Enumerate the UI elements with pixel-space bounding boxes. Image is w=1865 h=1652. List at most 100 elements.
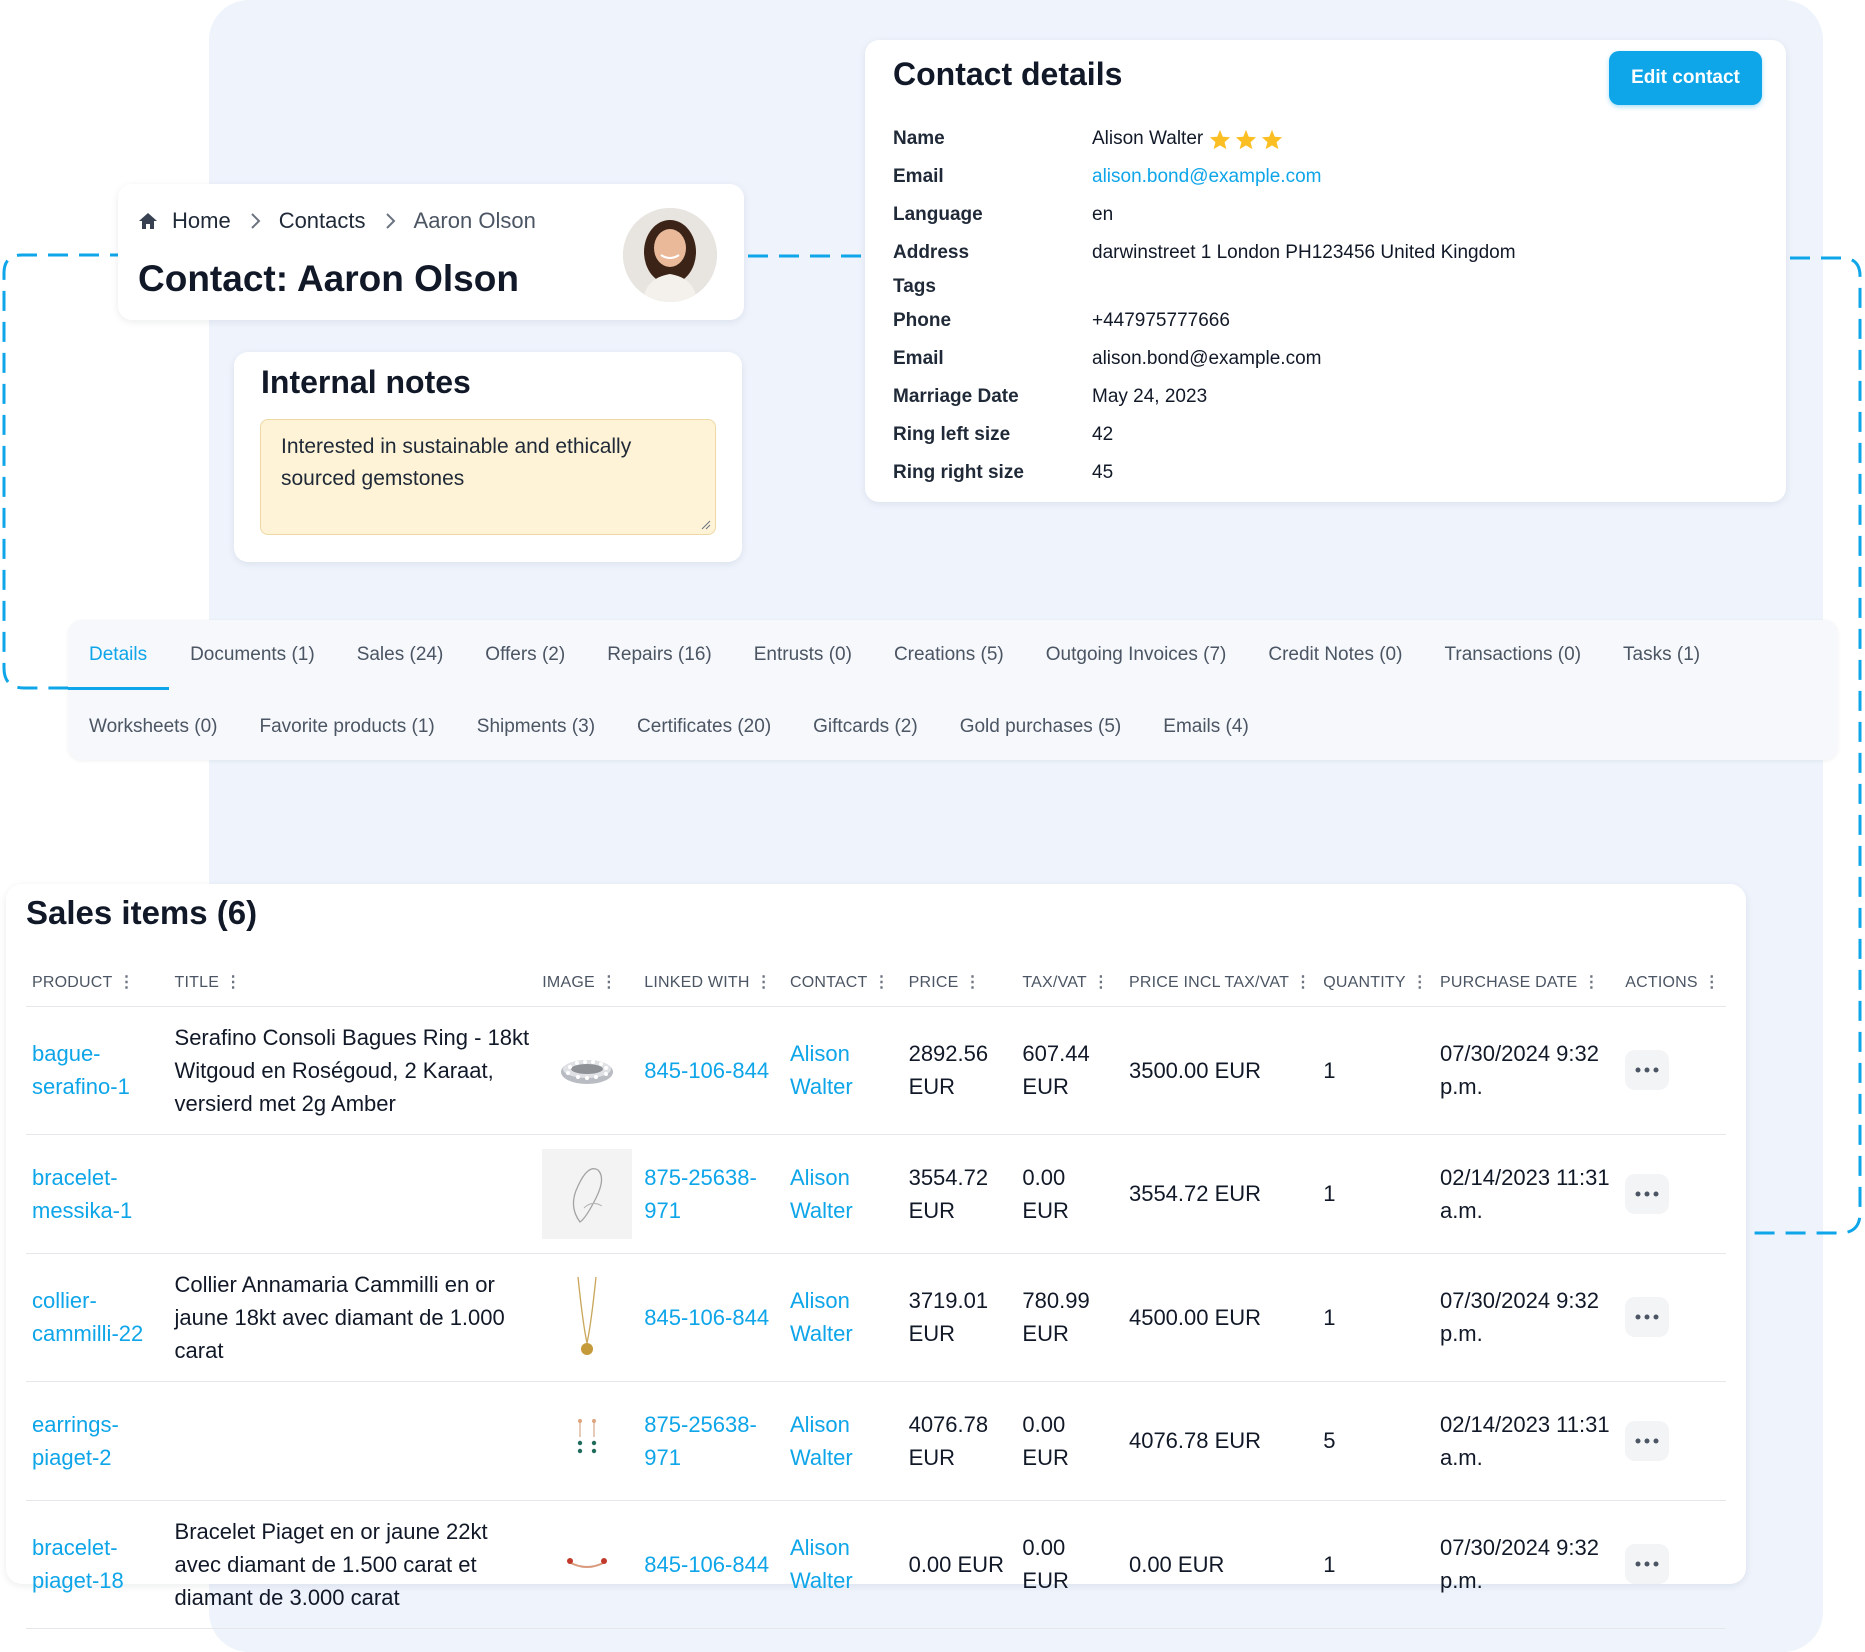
product-title: Collier Annamaria Cammilli en or jaune 1…: [168, 1253, 537, 1382]
contact-link[interactable]: Alison Walter: [783, 1134, 903, 1254]
row-actions-button[interactable]: [1625, 1050, 1670, 1090]
linked-with-link[interactable]: 845-106-844: [638, 1500, 784, 1629]
product-link[interactable]: bracelet-messika-1: [26, 1134, 169, 1254]
detail-value: en: [1092, 204, 1114, 225]
more-horizontal-icon: [1635, 1191, 1659, 1196]
column-header-price[interactable]: PRICE ⋮: [902, 958, 1017, 1007]
column-header-product[interactable]: PRODUCT ⋮: [26, 958, 169, 1007]
page-title: Contact: Aaron Olson: [138, 258, 519, 299]
tab-tasks[interactable]: Tasks (1): [1602, 620, 1721, 690]
email-link[interactable]: alison.bond@example.com: [1092, 166, 1321, 188]
price: 4076.78 EUR: [902, 1381, 1017, 1501]
necklace-image: [542, 1272, 632, 1362]
column-header-purchase-date[interactable]: PURCHASE DATE ⋮: [1433, 958, 1620, 1007]
purchase-date: 02/14/2023 11:31 a.m.: [1433, 1134, 1620, 1254]
tab-certificates[interactable]: Certificates (20): [616, 692, 792, 762]
row-actions-button[interactable]: [1625, 1173, 1670, 1214]
column-header-quantity[interactable]: QUANTITY ⋮: [1317, 958, 1434, 1007]
column-header-actions[interactable]: ACTIONS ⋮: [1619, 958, 1726, 1007]
column-menu-icon[interactable]: ⋮: [119, 972, 135, 992]
detail-label: Email: [893, 348, 944, 369]
column-menu-icon[interactable]: ⋮: [756, 972, 772, 992]
column-menu-icon[interactable]: ⋮: [964, 972, 980, 992]
tab-emails[interactable]: Emails (4): [1142, 692, 1270, 762]
column-header-price-incl[interactable]: PRICE INCL TAX/VAT ⋮: [1122, 958, 1318, 1007]
table-row: bracelet-piaget-18 Bracelet Piaget en or…: [26, 1500, 1726, 1629]
home-icon[interactable]: [138, 211, 158, 231]
linked-with-link[interactable]: 875-25638-971: [638, 1381, 784, 1501]
tab-documents[interactable]: Documents (1): [169, 620, 336, 690]
contact-header-card: Home Contacts Aaron Olson Contact: Aaron…: [118, 184, 744, 320]
column-menu-icon[interactable]: ⋮: [1704, 972, 1720, 992]
tab-giftcards[interactable]: Giftcards (2): [792, 692, 939, 762]
more-horizontal-icon: [1635, 1438, 1659, 1443]
chevron-right-icon: [249, 212, 261, 230]
tab-gold-purchases[interactable]: Gold purchases (5): [939, 692, 1143, 762]
detail-label: Address: [893, 242, 970, 263]
tab-entrusts[interactable]: Entrusts (0): [733, 620, 873, 690]
detail-row-tags: Tags: [893, 276, 1092, 298]
column-menu-icon[interactable]: ⋮: [1583, 972, 1599, 992]
tab-outgoing-invoices[interactable]: Outgoing Invoices (7): [1025, 620, 1248, 690]
column-header-title[interactable]: TITLE ⋮: [168, 958, 537, 1007]
tab-repairs[interactable]: Repairs (16): [586, 620, 733, 690]
detail-value: darwinstreet 1 London PH123456 United Ki…: [1092, 242, 1516, 263]
linked-with-link[interactable]: 875-25638-971: [638, 1134, 784, 1254]
contact-link[interactable]: Alison Walter: [783, 1381, 903, 1501]
row-actions-button[interactable]: [1625, 1544, 1670, 1584]
column-header-contact[interactable]: CONTACT ⋮: [783, 958, 903, 1007]
tab-transactions[interactable]: Transactions (0): [1423, 620, 1602, 690]
detail-row-ring-right: Ring right size 45: [893, 462, 1113, 484]
column-header-linked-with[interactable]: LINKED WITH ⋮: [638, 958, 784, 1007]
column-menu-icon[interactable]: ⋮: [874, 972, 890, 992]
product-link[interactable]: earrings-piaget-2: [26, 1381, 169, 1501]
tab-offers[interactable]: Offers (2): [464, 620, 586, 690]
row-actions-button[interactable]: [1625, 1420, 1670, 1461]
breadcrumb-contacts[interactable]: Contacts: [279, 208, 366, 234]
tab-worksheets[interactable]: Worksheets (0): [68, 692, 238, 762]
column-menu-icon[interactable]: ⋮: [1295, 972, 1311, 992]
product-link[interactable]: bague-serafino-1: [26, 1006, 169, 1135]
tab-favorite-products[interactable]: Favorite products (1): [238, 692, 455, 762]
sales-items-card: Sales items (6) PRODUCT ⋮ TITLE ⋮ IMAGE ⋮ L…: [6, 884, 1746, 1629]
price: 2892.56 EUR: [902, 1006, 1017, 1135]
contact-link[interactable]: Alison Walter: [783, 1253, 903, 1382]
column-menu-icon[interactable]: ⋮: [1093, 972, 1109, 992]
contact-link[interactable]: Alison Walter: [783, 1500, 903, 1629]
detail-label: Name: [893, 128, 945, 149]
tab-details[interactable]: Details: [68, 620, 170, 690]
column-menu-icon[interactable]: ⋮: [601, 972, 617, 992]
tab-creations[interactable]: Creations (5): [873, 620, 1025, 690]
resize-grip-icon[interactable]: [701, 520, 711, 530]
contact-link[interactable]: Alison Walter: [783, 1006, 903, 1135]
notes-title: Internal notes: [261, 364, 471, 400]
detail-label: Email: [893, 166, 944, 187]
linked-with-link[interactable]: 845-106-844: [638, 1253, 784, 1382]
quantity: 1: [1317, 1006, 1434, 1135]
column-menu-icon[interactable]: ⋮: [225, 972, 241, 992]
product-link[interactable]: collier-cammilli-22: [26, 1253, 169, 1382]
column-header-image[interactable]: IMAGE ⋮: [536, 958, 639, 1007]
price-incl: 3500.00 EUR: [1122, 1006, 1318, 1135]
tab-sales[interactable]: Sales (24): [336, 620, 465, 690]
column-menu-icon[interactable]: ⋮: [1412, 972, 1428, 992]
sales-items-title: Sales items (6): [26, 894, 258, 931]
contact-details-title: Contact details: [893, 56, 1123, 92]
earrings-image: [542, 1396, 632, 1486]
table-row: earrings-piaget-2 875-25638-971 Alison W…: [26, 1381, 1726, 1501]
edit-contact-button[interactable]: Edit contact: [1609, 51, 1762, 105]
tab-bar-row-1: Details Documents (1) Sales (24) Offers …: [68, 620, 1721, 690]
tab-shipments[interactable]: Shipments (3): [456, 692, 616, 762]
price-incl: 4076.78 EUR: [1122, 1381, 1318, 1501]
price: 0.00 EUR: [902, 1500, 1017, 1629]
tab-credit-notes[interactable]: Credit Notes (0): [1247, 620, 1423, 690]
linked-with-link[interactable]: 845-106-844: [638, 1006, 784, 1135]
product-link[interactable]: bracelet-piaget-18: [26, 1500, 169, 1629]
notes-textarea[interactable]: Interested in sustainable and ethically …: [260, 419, 716, 535]
price: 3554.72 EUR: [902, 1134, 1017, 1254]
breadcrumb: Home Contacts Aaron Olson: [138, 208, 536, 234]
product-title: [168, 1134, 537, 1254]
row-actions-button[interactable]: [1625, 1297, 1670, 1337]
breadcrumb-home[interactable]: Home: [172, 208, 231, 234]
column-header-tax-vat[interactable]: TAX/VAT ⋮: [1016, 958, 1123, 1007]
